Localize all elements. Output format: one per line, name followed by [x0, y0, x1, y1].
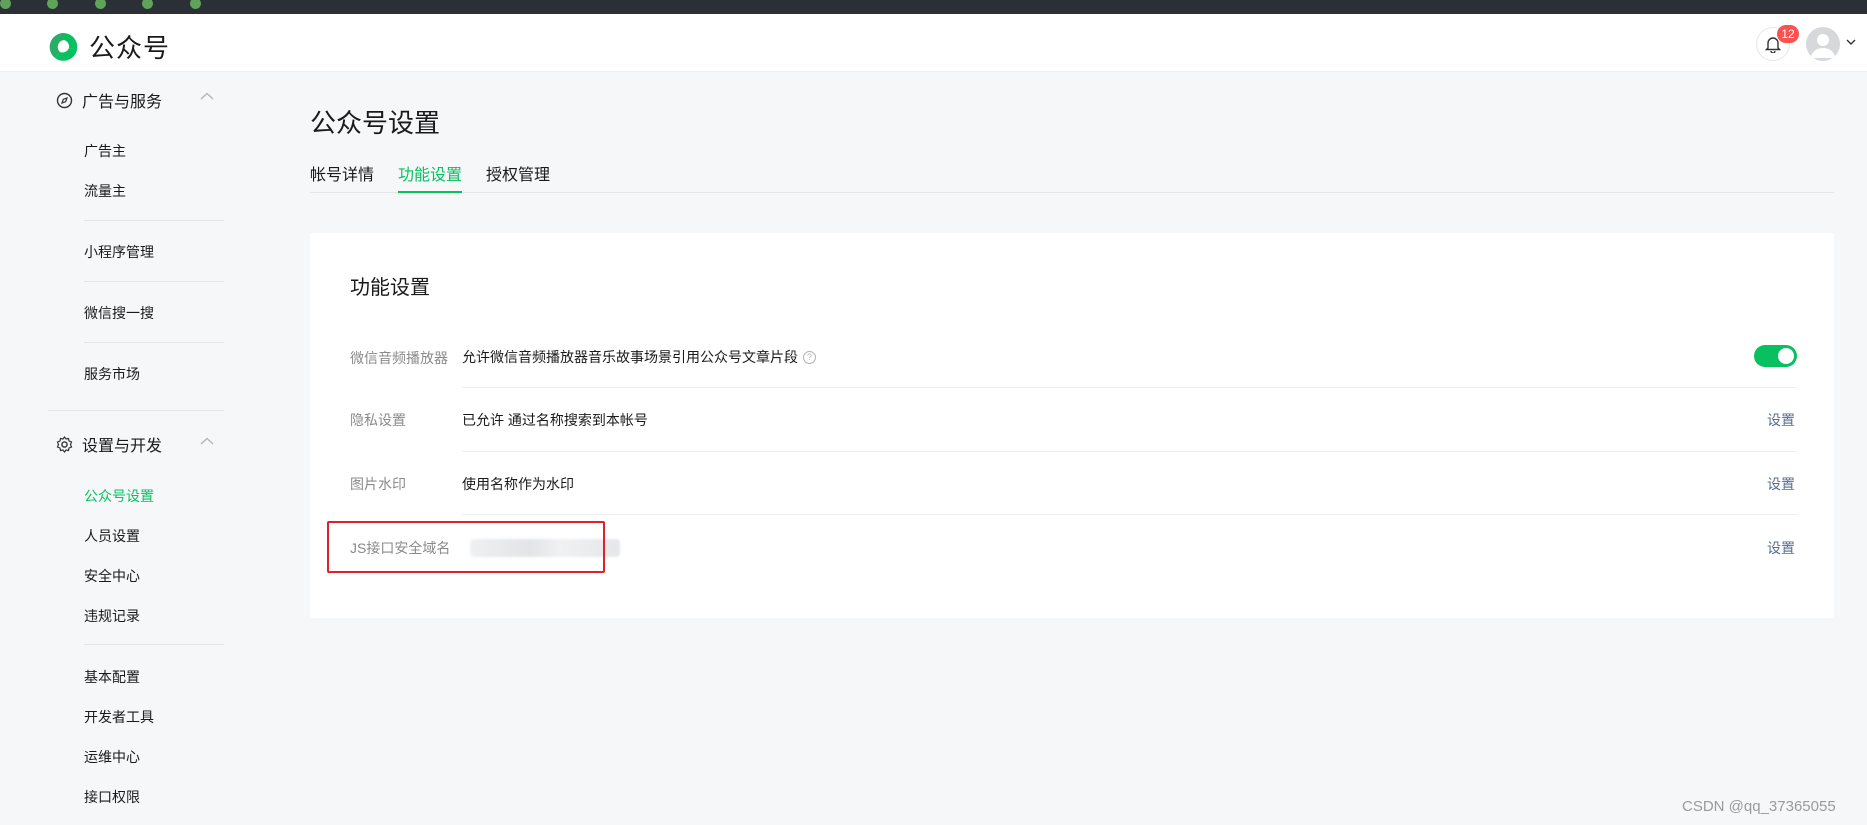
bookmark-icon — [189, 0, 201, 10]
sidebar-group-settings-dev[interactable]: 设置与开发 — [56, 432, 162, 456]
row-label-privacy: 隐私设置 — [350, 412, 406, 428]
sidebar-item-service-market[interactable]: 服务市场 — [84, 364, 140, 384]
sidebar-item-ops-center[interactable]: 运维中心 — [84, 747, 140, 767]
chevron-up-icon[interactable] — [200, 437, 214, 446]
sidebar-item-account-settings[interactable]: 公众号设置 — [84, 486, 154, 506]
sidebar-divider — [84, 220, 224, 221]
wechat-mp-logo-icon — [49, 32, 78, 61]
row-label-watermark: 图片水印 — [350, 476, 406, 492]
notification-badge: 12 — [1777, 25, 1799, 43]
sidebar-item-advertiser[interactable]: 广告主 — [84, 141, 126, 161]
row-divider — [462, 514, 1797, 515]
sidebar-item-miniprogram[interactable]: 小程序管理 — [84, 242, 154, 262]
sidebar-group-label: 广告与服务 — [82, 94, 163, 111]
annotation-highlight-box — [327, 521, 605, 573]
help-icon[interactable]: ? — [803, 350, 816, 364]
tab-account-details[interactable]: 帐号详情 — [310, 161, 374, 193]
logo-text: 公众号 — [89, 33, 171, 63]
csdn-watermark: CSDN @qq_37365055 — [1682, 798, 1836, 815]
sidebar-item-search[interactable]: 微信搜一搜 — [84, 303, 154, 323]
sidebar-divider — [84, 342, 224, 343]
sidebar-divider — [48, 410, 224, 411]
sidebar-group-ads-services[interactable]: 广告与服务 — [56, 88, 162, 112]
feature-settings-card: 功能设置 微信音频播放器 允许微信音频播放器音乐故事场景引用公众号文章片段 ? … — [310, 233, 1834, 618]
logo[interactable]: 公众号 — [47, 28, 170, 65]
chevron-up-icon[interactable] — [200, 92, 214, 101]
toggle-knob — [1778, 348, 1794, 364]
privacy-settings-link[interactable]: 设置 — [1767, 410, 1795, 430]
page-title: 公众号设置 — [310, 108, 441, 138]
tab-bar: 帐号详情 功能设置 授权管理 — [310, 158, 1834, 193]
chevron-down-icon[interactable] — [1846, 38, 1856, 46]
row-desc-watermark: 使用名称作为水印 — [462, 476, 574, 492]
card-title: 功能设置 — [350, 277, 430, 299]
row-divider — [462, 387, 1797, 388]
sidebar: 广告与服务 广告主 流量主 小程序管理 微信搜一搜 服务市场 设置与开发 公众号… — [0, 72, 260, 825]
bookmark-icon — [94, 0, 106, 10]
sidebar-item-dev-tools[interactable]: 开发者工具 — [84, 707, 154, 727]
sidebar-item-basic-config[interactable]: 基本配置 — [84, 667, 140, 687]
sidebar-item-traffic-owner[interactable]: 流量主 — [84, 181, 126, 201]
compass-icon — [56, 92, 73, 108]
sidebar-item-staff[interactable]: 人员设置 — [84, 526, 140, 546]
row-desc-text: 允许微信音频播放器音乐故事场景引用公众号文章片段 — [462, 349, 798, 365]
bookmark-icon — [0, 0, 11, 10]
sidebar-item-violations[interactable]: 违规记录 — [84, 606, 140, 626]
row-desc-audio-player: 允许微信音频播放器音乐故事场景引用公众号文章片段 ? — [462, 347, 816, 367]
browser-bookmark-bar — [0, 0, 1867, 14]
row-label-audio-player: 微信音频播放器 — [350, 350, 448, 366]
watermark-settings-link[interactable]: 设置 — [1767, 474, 1795, 494]
sidebar-divider — [84, 281, 224, 282]
sidebar-item-security[interactable]: 安全中心 — [84, 566, 140, 586]
top-header: 公众号 12 — [0, 14, 1867, 72]
js-domain-settings-link[interactable]: 设置 — [1767, 538, 1795, 558]
bookmark-icon — [142, 0, 154, 10]
sidebar-divider — [84, 644, 224, 645]
gear-icon — [56, 435, 73, 453]
user-avatar-icon[interactable] — [1806, 27, 1840, 61]
tab-feature-settings[interactable]: 功能设置 — [398, 161, 463, 193]
sidebar-group-label: 设置与开发 — [82, 438, 163, 455]
sidebar-item-api-permissions[interactable]: 接口权限 — [84, 787, 140, 807]
tab-authorization[interactable]: 授权管理 — [486, 161, 550, 193]
row-divider — [462, 451, 1797, 452]
audio-player-toggle[interactable] — [1754, 345, 1797, 367]
row-desc-privacy: 已允许 通过名称搜索到本帐号 — [462, 412, 648, 428]
bookmark-icon — [47, 0, 59, 10]
